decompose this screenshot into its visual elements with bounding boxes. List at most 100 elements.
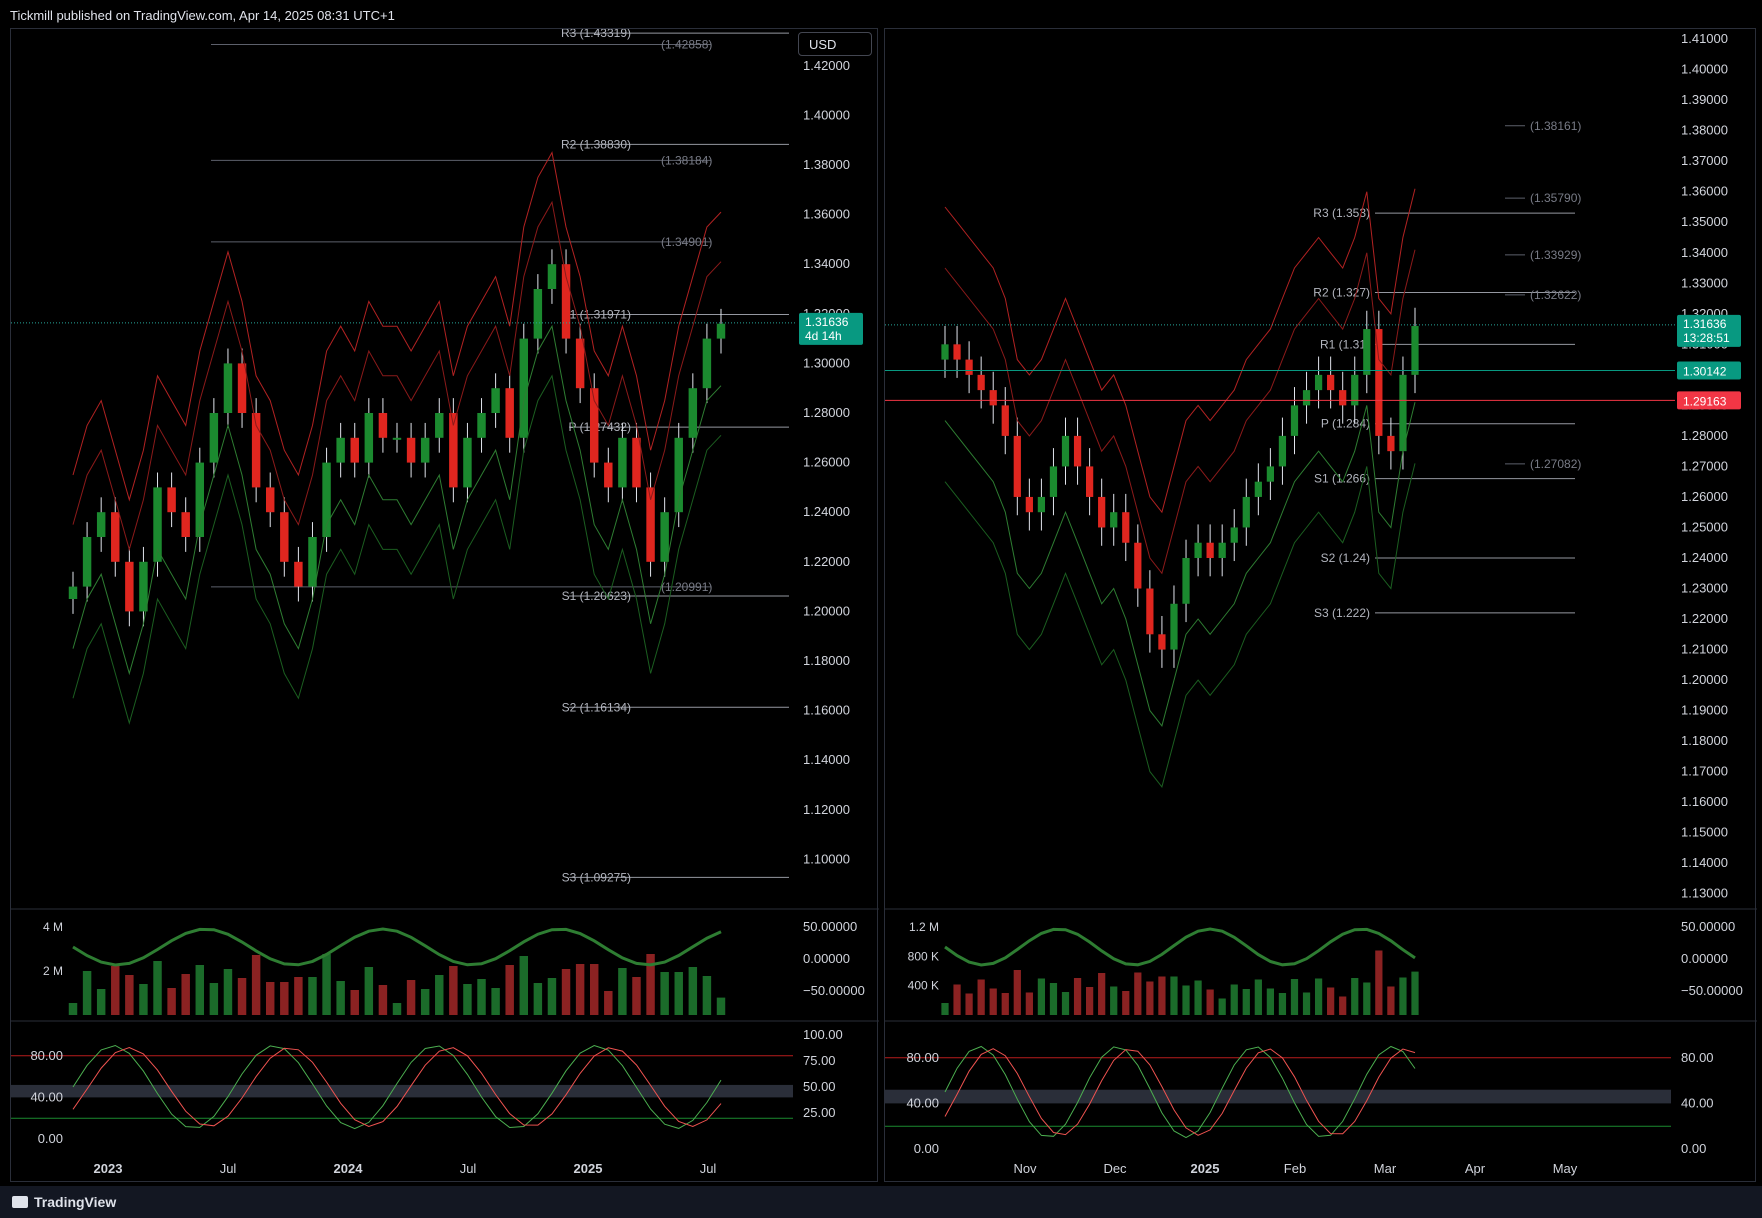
candle-body — [1122, 512, 1130, 543]
volume-bar — [1073, 978, 1082, 1015]
volume-tick-label: 1.2 M — [909, 920, 939, 934]
pivot-label: R3 (1.43319) — [561, 29, 631, 40]
right-chart-panel[interactable]: 1.41000 1.40000 1.39000 1.38000 1.37000 1.360… — [884, 28, 1757, 1183]
candle-body — [1339, 390, 1347, 406]
time-axis-label: 2023 — [94, 1161, 123, 1176]
candle-body — [941, 344, 949, 360]
volume-bar — [1411, 971, 1419, 1015]
candle-body — [702, 338, 712, 389]
volume-bar — [632, 977, 641, 1015]
price-tick-label: 1.14000 — [803, 752, 850, 767]
time-axis-label: 2025 — [574, 1161, 603, 1176]
volume-right-tick: −50.00000 — [1681, 983, 1743, 998]
osc-right-tick: 0.00 — [1681, 1141, 1706, 1156]
osc-left-tick: 0.00 — [38, 1131, 63, 1146]
countdown-label: 13:28:51 — [1683, 331, 1730, 345]
osc-right-tick: 75.00 — [803, 1053, 836, 1068]
price-tick-label: 1.26000 — [1681, 489, 1728, 504]
left-chart-panel[interactable]: 1.420001.400001.380001.360001.340001.320… — [10, 26, 879, 1183]
left-chart-svg[interactable]: 1.420001.400001.380001.360001.340001.320… — [11, 26, 879, 1183]
price-tick-label: 1.16000 — [1681, 794, 1728, 809]
price-tick-label: 1.30000 — [803, 355, 850, 370]
volume-bar — [1170, 976, 1178, 1015]
candle-body — [237, 363, 247, 413]
volume-bar — [1351, 978, 1359, 1015]
price-level-label: 1.29163 — [1683, 394, 1727, 408]
candle-body — [632, 437, 641, 488]
price-tick-label: 1.27000 — [1681, 458, 1728, 473]
volume-bar — [1314, 978, 1323, 1015]
pivot-label: S3 (1.09275) — [562, 870, 631, 884]
volume-tick-label: 2 M — [43, 964, 63, 978]
price-tick-label: 1.41000 — [1681, 31, 1728, 46]
price-tick-label: 1.23000 — [1681, 581, 1728, 596]
price-tick-label: 1.12000 — [803, 802, 850, 817]
currency-button[interactable]: USD — [798, 32, 872, 56]
volume-right-tick: 0.00000 — [803, 951, 850, 966]
candle-body — [1375, 329, 1383, 436]
volume-bar — [1098, 973, 1106, 1015]
price-tick-label: 1.10000 — [803, 851, 850, 866]
volume-bar — [1278, 993, 1287, 1015]
candle-body — [1037, 496, 1046, 513]
pivot-label: (1.27082) — [1530, 457, 1581, 471]
candle-body — [1327, 374, 1335, 391]
osc-left-tick: 40.00 — [906, 1095, 939, 1110]
candle-body — [1134, 542, 1142, 589]
osc-left-tick: 80.00 — [906, 1050, 939, 1065]
volume-bar — [561, 969, 571, 1015]
candle-body — [989, 390, 997, 406]
candle-body — [1110, 512, 1118, 528]
right-chart-svg[interactable]: 1.41000 1.40000 1.39000 1.38000 1.37000 1.360… — [885, 29, 1757, 1183]
candle-body — [618, 437, 627, 488]
time-axis-label: 2024 — [334, 1161, 364, 1176]
price-tick-label: 1.26000 — [803, 455, 850, 470]
candle-body — [308, 537, 317, 587]
candle-body — [1146, 588, 1154, 635]
volume-bar — [322, 954, 331, 1015]
candle-body — [68, 586, 78, 599]
pivot-label: R1 (1.31) — [1320, 337, 1370, 351]
volume-right-tick: 50.00000 — [1681, 919, 1735, 934]
volume-bar — [977, 979, 985, 1015]
candle-body — [1411, 326, 1419, 375]
volume-bar — [1387, 986, 1395, 1015]
volume-bar — [1037, 978, 1046, 1015]
price-tick-label: 1.20000 — [803, 603, 850, 618]
volume-bar — [1206, 989, 1214, 1015]
price-tick-label: 1.28000 — [803, 405, 850, 420]
candle-body — [336, 437, 345, 463]
osc-band — [885, 1089, 1671, 1104]
price-tick-label: 1.18000 — [803, 653, 850, 668]
volume-bar — [223, 969, 233, 1015]
volume-bar — [1339, 996, 1347, 1015]
candle-body — [1073, 435, 1082, 467]
candle-body — [1025, 496, 1033, 513]
price-tick-label: 1.22000 — [803, 554, 850, 569]
candle-body — [1013, 435, 1021, 497]
tradingview-logo[interactable]: TradingView — [12, 1194, 116, 1210]
volume-bar — [125, 975, 134, 1015]
volume-bar — [989, 988, 997, 1015]
pivot-label: R2 (1.38830) — [561, 137, 631, 151]
candle-body — [575, 338, 585, 389]
volume-bar — [251, 955, 261, 1015]
time-axis-label: Nov — [1013, 1161, 1037, 1176]
price-tick-label: 1.14000 — [1681, 855, 1728, 870]
candle-body — [420, 437, 430, 463]
candle-body — [1230, 527, 1238, 543]
volume-bar — [1363, 982, 1371, 1015]
volume-oscillator-line — [72, 927, 722, 967]
candle-body — [350, 437, 359, 463]
time-axis-label: 2025 — [1191, 1161, 1220, 1176]
osc-band — [11, 1084, 793, 1098]
pivot-label: (1.32622) — [1530, 288, 1581, 302]
volume-bar — [674, 972, 683, 1015]
time-axis-label: Jul — [460, 1161, 477, 1176]
volume-bar — [167, 988, 176, 1015]
volume-tick-label: 800 K — [908, 949, 939, 963]
osc-right-tick: 80.00 — [1681, 1050, 1714, 1065]
footer-bar: TradingView — [0, 1186, 1762, 1218]
volume-bar — [294, 977, 303, 1015]
candle-body — [604, 462, 613, 488]
